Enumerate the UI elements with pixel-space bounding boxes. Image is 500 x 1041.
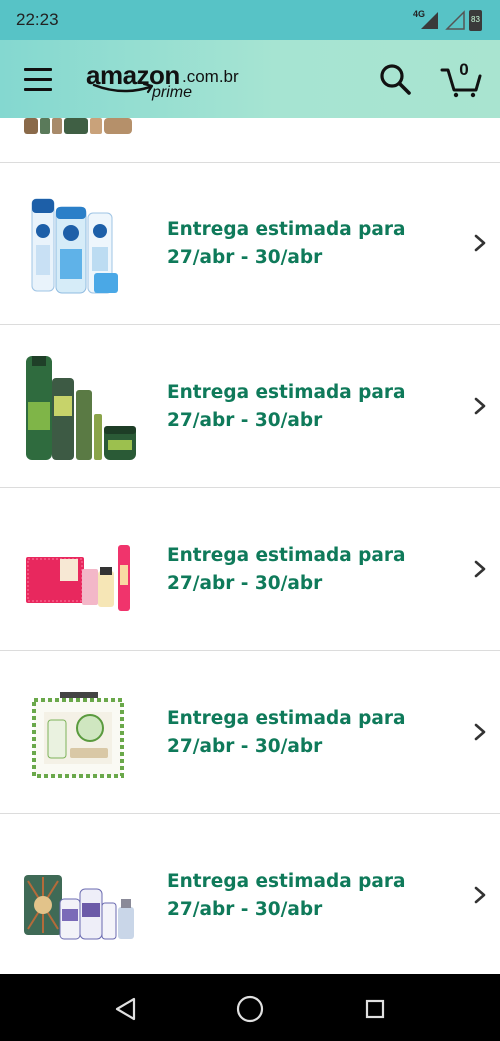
system-nav-bar [0,974,500,1041]
status-bar: 22:23 4G 83 [0,0,500,40]
cart-button[interactable]: 0 [440,58,482,98]
battery-level: 83 [471,14,480,24]
status-time: 22:23 [16,10,59,29]
list-item[interactable]: Entrega estimada para 27/abr - 30/abr [0,326,500,488]
chevron-right-icon [474,886,486,904]
status-icons: 4G 83 [413,9,482,31]
list-item[interactable]: Entrega estimada para 27/abr - 30/abr [0,489,500,651]
list-item[interactable]: Entrega estimada para 27/abr - 30/abr [0,163,500,325]
menu-button[interactable] [24,68,54,92]
product-image [24,875,134,940]
list-item[interactable]: Entrega estimada para 27/abr - 30/abr [0,652,500,814]
battery-icon: 83 [469,9,482,31]
chevron-right-icon [474,560,486,578]
product-image [32,692,124,778]
search-button[interactable] [378,62,412,96]
signal-icon [443,10,465,30]
amazon-prime-logo[interactable]: amazon .com.br prime [86,60,256,104]
delivery-estimate: Entrega estimada para 27/abr - 30/abr [167,382,406,431]
chevron-right-icon [474,234,486,252]
signal-4g-icon: 4G [413,9,439,30]
chevron-right-icon [474,723,486,741]
delivery-estimate: Entrega estimada para 27/abr - 30/abr [167,545,406,594]
list-item[interactable]: Entrega estimada para 27/abr - 30/abr [0,815,500,974]
app-header: amazon .com.br prime 0 [0,40,500,118]
recents-icon [365,999,385,1019]
logo-prime: prime [152,84,193,101]
product-image [26,545,130,611]
search-icon [380,64,411,95]
product-image [31,198,118,294]
delivery-estimate: Entrega estimada para 27/abr - 30/abr [167,219,406,268]
menu-icon [24,68,52,71]
recents-button[interactable] [358,992,392,1026]
smile-icon [92,82,154,94]
product-image [26,356,136,460]
delivery-estimate: Entrega estimada para 27/abr - 30/abr [167,871,406,920]
back-button[interactable] [108,992,142,1026]
delivery-estimate: Entrega estimada para 27/abr - 30/abr [167,708,406,757]
home-icon [236,995,264,1023]
list-item-partial[interactable] [0,118,500,163]
order-list: Entrega estimada para 27/abr - 30/abr En… [0,118,500,974]
product-image [24,118,132,134]
home-button[interactable] [233,992,267,1026]
cart-count: 0 [459,60,469,79]
chevron-right-icon [474,397,486,415]
back-icon [115,997,136,1021]
